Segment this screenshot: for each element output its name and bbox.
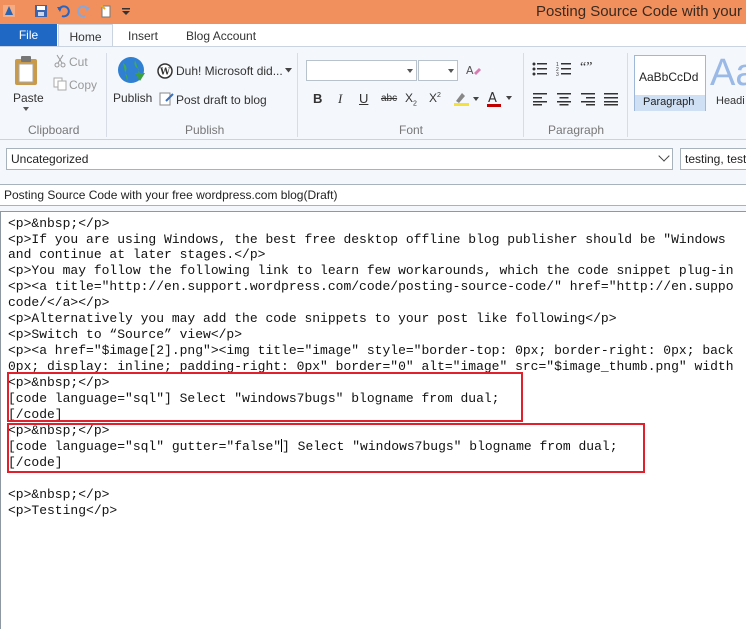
publish-button[interactable]: Publish: [113, 91, 152, 105]
window-title: Posting Source Code with your free: [536, 3, 746, 20]
font-group-label: Font: [399, 123, 424, 137]
new-post-icon[interactable]: [99, 4, 113, 18]
blog-selector-dropdown-icon[interactable]: [285, 68, 292, 73]
source-line: <p>&nbsp;</p>: [8, 487, 110, 502]
style-heading-label[interactable]: Headi: [716, 95, 745, 107]
align-right-icon[interactable]: [580, 92, 596, 106]
align-center-icon[interactable]: [556, 92, 572, 106]
svg-text:A: A: [466, 64, 474, 77]
blockquote-icon[interactable]: “”: [580, 60, 592, 76]
tab-insert[interactable]: Insert: [128, 24, 158, 46]
tags-input[interactable]: testing, test: [680, 148, 746, 170]
source-line: <p><a title="http://en.support.wordpress…: [8, 279, 734, 294]
post-properties-bar: Uncategorized testing, test: [0, 140, 746, 180]
post-title-field[interactable]: Posting Source Code with your free wordp…: [0, 184, 746, 206]
font-size-select[interactable]: [418, 60, 458, 81]
post-title-bar: Posting Source Code with your free wordp…: [0, 180, 746, 212]
font-color-icon[interactable]: A: [486, 90, 514, 108]
publish-globe-icon[interactable]: [115, 55, 147, 87]
copy-button[interactable]: Copy: [69, 78, 97, 92]
app-icon: [3, 5, 15, 17]
paste-button[interactable]: Paste: [13, 91, 44, 105]
svg-text:W: W: [159, 68, 171, 78]
style-paragraph-label: Paragraph: [643, 96, 695, 108]
svg-text:3: 3: [556, 72, 559, 77]
cut-button[interactable]: Cut: [69, 55, 88, 69]
highlight-color-icon[interactable]: [453, 91, 481, 107]
save-icon[interactable]: [34, 4, 48, 18]
strikethrough-icon[interactable]: abc: [381, 93, 397, 104]
italic-icon[interactable]: I: [338, 91, 342, 107]
superscript-icon[interactable]: X2: [429, 91, 441, 105]
subscript-icon[interactable]: X2: [405, 91, 417, 107]
highlight-box-second-snippet: [7, 423, 645, 473]
group-divider: [297, 53, 298, 137]
cut-icon[interactable]: [53, 54, 67, 68]
post-title-text: Posting Source Code with your free wordp…: [4, 188, 338, 202]
title-bar: Posting Source Code with your free: [0, 0, 746, 24]
source-line: <p>If you are using Windows, the best fr…: [8, 232, 726, 247]
source-editor[interactable]: <p>&nbsp;</p> <p>If you are using Windows…: [0, 211, 746, 629]
group-divider: [106, 53, 107, 137]
post-draft-button[interactable]: Post draft to blog: [176, 93, 267, 107]
wordpress-icon: W: [157, 63, 173, 79]
bullet-list-icon[interactable]: [532, 61, 548, 77]
justify-icon[interactable]: [603, 92, 619, 106]
style-paragraph-preview: AaBbCcDd: [639, 70, 699, 84]
ribbon: Paste Cut Copy Clipboard Publish W Duh! …: [0, 46, 746, 140]
tab-home[interactable]: Home: [58, 24, 113, 46]
source-line: <p>Testing</p>: [8, 503, 118, 518]
svg-text:A: A: [488, 91, 497, 106]
numbered-list-icon[interactable]: 123: [556, 61, 572, 77]
align-left-icon[interactable]: [532, 92, 548, 106]
source-line: <p>You may follow the following link to …: [8, 263, 734, 278]
chevron-down-icon[interactable]: [658, 150, 670, 162]
source-line: <p>Switch to “Source” view</p>: [8, 327, 243, 342]
paragraph-group-label: Paragraph: [548, 123, 605, 137]
category-select[interactable]: Uncategorized: [6, 148, 673, 170]
tab-blog-account[interactable]: Blog Account: [186, 24, 256, 46]
source-line: and continue at later stages.</p>: [8, 247, 266, 262]
ribbon-tabs: File Home Insert Blog Account: [0, 24, 746, 46]
underline-icon[interactable]: U: [359, 91, 368, 106]
style-paragraph[interactable]: AaBbCcDd Paragraph: [634, 55, 706, 111]
paste-dropdown-icon[interactable]: [22, 106, 30, 112]
tags-value: testing, test: [685, 152, 746, 166]
source-line: <p><a href="$image[2].png"><img title="i…: [8, 343, 734, 358]
redo-icon[interactable]: [77, 4, 91, 18]
post-draft-icon: [159, 92, 174, 106]
customize-quick-access-icon[interactable]: [119, 4, 133, 18]
bold-icon[interactable]: B: [313, 91, 322, 106]
copy-icon[interactable]: [53, 77, 67, 91]
category-value: Uncategorized: [11, 152, 89, 166]
group-divider: [627, 53, 628, 137]
source-line: <p>&nbsp;</p>: [8, 216, 110, 231]
font-family-select[interactable]: [306, 60, 417, 81]
source-line: code/</a></p>: [8, 295, 110, 310]
group-divider: [523, 53, 524, 137]
paste-icon[interactable]: [12, 55, 42, 87]
source-line: <p>Alternatively you may add the code sn…: [8, 311, 617, 326]
tab-file[interactable]: File: [0, 24, 57, 46]
clear-formatting-icon[interactable]: A: [465, 62, 481, 78]
style-heading-preview[interactable]: Aa: [710, 53, 746, 93]
clipboard-group-label: Clipboard: [28, 123, 80, 137]
publish-group-label: Publish: [185, 123, 225, 137]
blog-selector[interactable]: Duh! Microsoft did...: [176, 64, 283, 78]
highlight-box-first-snippet: [7, 372, 523, 422]
undo-icon[interactable]: [56, 4, 70, 18]
